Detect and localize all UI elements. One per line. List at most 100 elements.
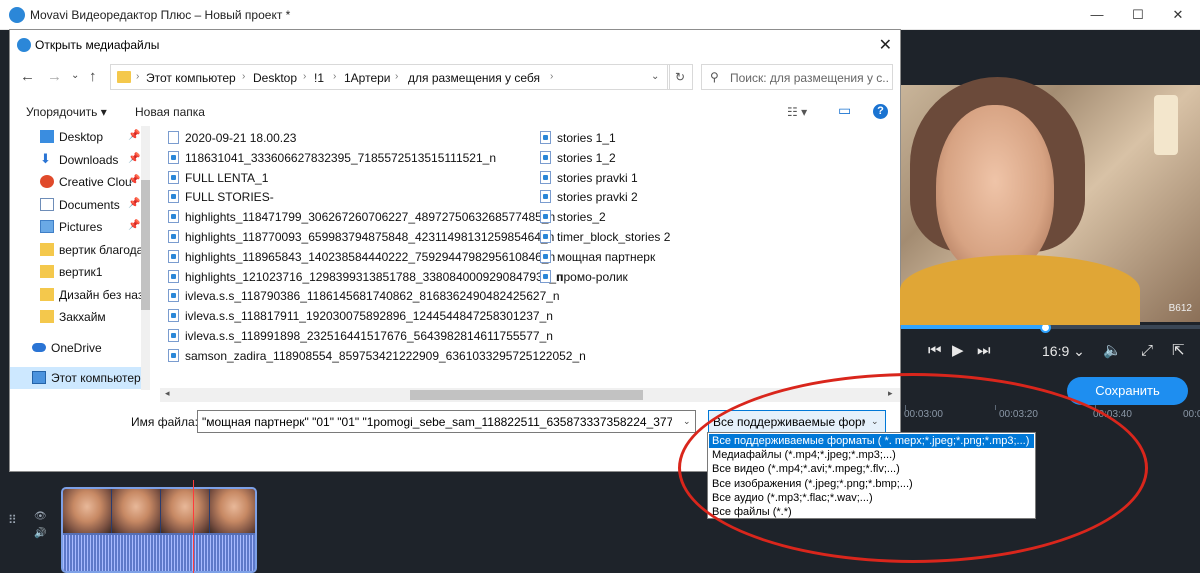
aspect-ratio-value: 16:9 <box>1042 343 1070 359</box>
help-icon[interactable]: ? <box>873 104 888 119</box>
file-type-option[interactable]: Все файлы (*.*) <box>709 505 1034 519</box>
scroll-right-icon[interactable]: ▸ <box>888 388 893 399</box>
filename-label: Имя файла: <box>131 415 198 429</box>
playhead[interactable] <box>193 480 194 573</box>
video-clip[interactable] <box>61 487 257 573</box>
next-icon[interactable]: ⏭ <box>977 342 991 360</box>
navigation-bar: ← → ⌄ ↑ › Этот компьютер › Desktop › !1 … <box>10 64 900 92</box>
pin-icon: 📌 <box>128 220 141 231</box>
file-type-option[interactable]: Все изображения (*.jpeg;*.png;*.bmp;...) <box>709 477 1034 491</box>
sidebar-item-onedrive[interactable]: OneDrive <box>10 337 150 359</box>
folder-icon <box>40 310 54 323</box>
eye-icon[interactable]: 👁 <box>34 511 47 522</box>
breadcrumb-item[interactable]: Этот компьютер <box>146 71 236 85</box>
media-file-icon <box>540 131 551 144</box>
minimize-button[interactable]: — <box>1087 6 1107 24</box>
sidebar-item-folder[interactable]: Закхайм <box>10 306 150 328</box>
file-type-option[interactable]: Медиафайлы (*.mp4;*.jpeg;*.mp3;...) <box>709 448 1034 462</box>
media-file-icon <box>168 329 179 342</box>
previous-icon[interactable]: ⏮ <box>928 342 942 360</box>
sidebar-item-desktop[interactable]: Desktop 📌 <box>10 126 150 148</box>
video-preview[interactable]: B612 <box>900 77 1200 325</box>
search-placeholder: Поиск: для размещения у с... <box>730 71 890 85</box>
sidebar-item-pictures[interactable]: Pictures 📌 <box>10 216 150 238</box>
file-type-select[interactable]: Все поддерживаемые формат ⌄ <box>708 410 886 433</box>
breadcrumb-item[interactable]: для размещения у себя <box>408 71 540 85</box>
address-dropdown-icon[interactable]: ⌄ <box>651 71 659 82</box>
play-icon[interactable]: ▶ <box>952 342 964 360</box>
breadcrumb-item[interactable]: !1 <box>314 71 324 85</box>
speaker-icon[interactable]: 🔊 <box>34 528 46 539</box>
computer-icon <box>32 371 46 384</box>
aspect-ratio-select[interactable]: 16:9 ⌄ <box>1042 342 1085 360</box>
breadcrumb-separator: › <box>333 71 337 82</box>
media-file-icon <box>168 150 179 164</box>
sidebar-scrollbar-thumb[interactable] <box>141 180 150 310</box>
pin-icon: 📌 <box>128 175 141 186</box>
breadcrumb-item[interactable]: Desktop <box>253 71 297 85</box>
sidebar-item-folder[interactable]: вертик1 <box>10 261 150 283</box>
dialog-titlebar: Открыть медиафайлы ✕ <box>10 30 900 60</box>
scroll-left-icon[interactable]: ◂ <box>165 388 170 399</box>
refresh-icon[interactable]: ↻ <box>667 64 693 90</box>
ruler-time: 00:03:20 <box>999 409 1038 420</box>
close-button[interactable]: ✕ <box>1168 6 1188 24</box>
horizontal-scrollbar[interactable]: ◂ ▸ <box>160 388 900 402</box>
sidebar-item-folder[interactable]: Дизайн без назв <box>10 284 150 306</box>
breadcrumb-item[interactable]: 1Артери <box>344 71 391 85</box>
media-file-icon <box>540 249 551 263</box>
sidebar-item-creative-cloud[interactable]: Creative Clou 📌 <box>10 171 150 193</box>
media-file-icon <box>168 289 179 303</box>
sidebar-item-folder[interactable]: вертик благодар <box>10 239 150 261</box>
sidebar-item-documents[interactable]: Documents 📌 <box>10 194 150 216</box>
fullscreen-icon[interactable]: ⤢ <box>1141 342 1153 360</box>
media-file-icon <box>540 170 551 184</box>
media-file-icon <box>540 210 551 224</box>
dialog-close-button[interactable]: ✕ <box>879 35 892 55</box>
volume-icon[interactable]: 🔈 <box>1103 342 1122 360</box>
sidebar-item-downloads[interactable]: ⬇ Downloads 📌 <box>10 149 150 171</box>
chevron-down-icon: ⌄ <box>1073 343 1085 359</box>
filename-input[interactable]: "мощная партнерк" "01" "01" "1pomogi_seb… <box>197 410 696 433</box>
media-file-icon <box>540 190 551 204</box>
file-type-option[interactable]: Все видео (*.mp4;*.avi;*.mpeg;*.flv;...) <box>709 462 1034 476</box>
preview-pane-icon[interactable]: ▭ <box>838 102 851 119</box>
folder-icon <box>40 288 54 301</box>
sidebar-item-this-pc[interactable]: Этот компьютер <box>10 367 150 389</box>
recent-dropdown-icon[interactable]: ⌄ <box>71 70 79 81</box>
new-folder-button[interactable]: Новая папка <box>135 105 205 119</box>
creative-cloud-icon <box>40 175 54 188</box>
folder-icon <box>40 265 54 278</box>
grid-icon[interactable]: ⠿ <box>8 513 17 527</box>
pictures-icon <box>40 220 54 233</box>
save-button[interactable]: Сохранить <box>1067 377 1188 405</box>
onedrive-icon <box>32 343 46 352</box>
media-file-icon <box>168 190 179 204</box>
search-input[interactable]: ⚲ Поиск: для размещения у с... <box>701 64 893 90</box>
view-options-icon[interactable]: ☷ ▾ <box>787 105 807 119</box>
breadcrumb-separator: › <box>242 71 246 82</box>
file-name: ivleva.s.s_118991898_232516441517676_564… <box>185 329 553 343</box>
video-watermark: B612 <box>1168 303 1192 314</box>
detach-icon[interactable]: ⇱ <box>1172 342 1185 360</box>
organize-button[interactable]: Упорядочить ▾ <box>26 105 107 119</box>
chevron-down-icon[interactable]: ⌄ <box>683 416 691 427</box>
file-name: FULL STORIES- <box>185 190 274 205</box>
sidebar-item-label: Дизайн без назв <box>59 288 141 302</box>
media-file-icon <box>540 269 551 283</box>
horizontal-scrollbar-thumb[interactable] <box>410 390 643 400</box>
forward-arrow-icon[interactable]: → <box>47 68 62 85</box>
lamp-shape <box>1154 95 1178 155</box>
file-type-option[interactable]: Все поддерживаемые форматы ( *. mepx;*.j… <box>709 434 1034 448</box>
maximize-button[interactable]: ☐ <box>1128 6 1148 24</box>
pin-icon: 📌 <box>128 153 141 164</box>
media-file-icon <box>168 249 179 263</box>
movavi-logo-icon <box>17 38 31 52</box>
back-arrow-icon[interactable]: ← <box>20 68 35 85</box>
filename-value: "мощная партнерк" "01" "01" "1pomogi_seb… <box>202 415 672 429</box>
timeline-ruler[interactable]: 00:03:00 00:03:20 00:03:40 00:04 <box>900 405 1200 425</box>
up-arrow-icon[interactable]: ↑ <box>89 68 97 85</box>
download-icon: ⬇ <box>40 151 51 166</box>
file-type-option[interactable]: Все аудио (*.mp3;*.flac;*.wav;...) <box>709 491 1034 505</box>
address-bar[interactable]: › Этот компьютер › Desktop › !1 › 1Артер… <box>110 64 670 90</box>
